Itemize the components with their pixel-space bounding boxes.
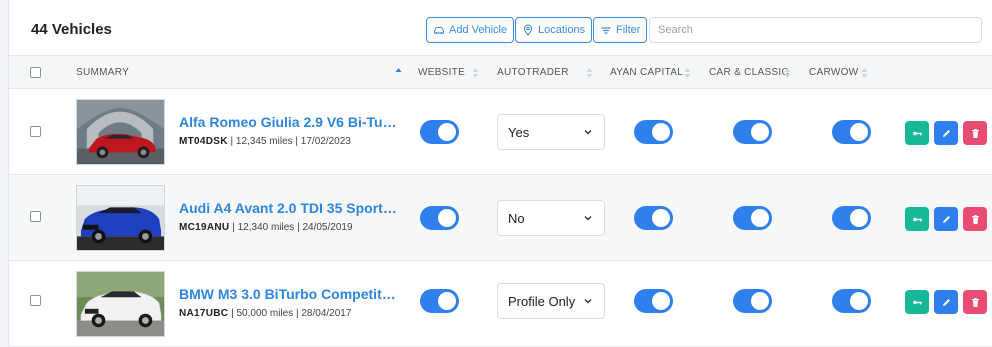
key-button[interactable] [905, 121, 929, 145]
edit-button[interactable] [934, 207, 958, 231]
column-carwow[interactable]: CARWOW [809, 67, 858, 78]
vehicles-panel: 44 Vehicles Add Vehicle Locations Filter… [8, 0, 992, 347]
sort-icon[interactable] [784, 66, 791, 80]
chevron-down-icon [584, 299, 592, 304]
select-all-checkbox[interactable] [30, 67, 41, 78]
autotrader-value: Yes [508, 125, 530, 140]
carwow-toggle[interactable] [832, 289, 871, 313]
delete-button[interactable] [963, 290, 987, 314]
column-ayan-capital[interactable]: AYAN CAPITAL [610, 67, 683, 78]
search-input[interactable] [649, 17, 982, 43]
vehicle-registration: MC19ANU [179, 222, 230, 233]
table-row: Alfa Romeo Giulia 2.9 V6 Bi-Turbo Quadri… [9, 89, 992, 175]
trash-icon [971, 128, 979, 138]
row-checkbox[interactable] [30, 295, 41, 306]
row-checkbox[interactable] [30, 126, 41, 137]
vehicle-meta: NA17UBC | 50,000 miles | 28/04/2017 [179, 308, 351, 319]
column-car-classic[interactable]: CAR & CLASSIC [709, 67, 789, 78]
key-icon [912, 217, 922, 221]
trash-icon [971, 297, 979, 307]
autotrader-select[interactable]: Profile Only [497, 283, 605, 319]
key-button[interactable] [905, 290, 929, 314]
vehicle-registration: NA17UBC [179, 308, 229, 319]
sort-icon[interactable] [684, 66, 691, 80]
column-autotrader[interactable]: AUTOTRADER [497, 67, 569, 78]
autotrader-value: Profile Only [508, 294, 576, 309]
vehicle-name-link[interactable]: Audi A4 Avant 2.0 TDI 35 Sport Edition [179, 200, 399, 216]
sort-asc-icon[interactable] [395, 66, 402, 80]
autotrader-value: No [508, 211, 525, 226]
table-row: BMW M3 3.0 BiTurbo Competition NA17UBC |… [9, 261, 992, 347]
pencil-icon [942, 298, 950, 306]
pencil-icon [942, 129, 950, 137]
key-icon [912, 131, 922, 135]
vehicle-photo [77, 272, 164, 336]
locations-label: Locations [538, 24, 586, 36]
chevron-down-icon [584, 130, 592, 135]
car-icon [434, 27, 444, 34]
column-summary[interactable]: SUMMARY [76, 67, 129, 78]
vehicle-photo [77, 186, 164, 250]
website-toggle[interactable] [420, 289, 459, 313]
chevron-down-icon [584, 216, 592, 221]
carwow-toggle[interactable] [832, 206, 871, 230]
edit-button[interactable] [934, 121, 958, 145]
ayan-capital-toggle[interactable] [634, 289, 673, 313]
vehicle-photo [77, 100, 164, 164]
edit-button[interactable] [934, 290, 958, 314]
ayan-capital-toggle[interactable] [634, 206, 673, 230]
website-toggle[interactable] [420, 120, 459, 144]
vehicle-meta: MC19ANU | 12,340 miles | 24/05/2019 [179, 222, 353, 233]
autotrader-select[interactable]: Yes [497, 114, 605, 150]
sort-icon[interactable] [472, 66, 479, 80]
vehicle-thumbnail[interactable] [76, 185, 165, 251]
locations-button[interactable]: Locations [515, 17, 593, 43]
column-website[interactable]: WEBSITE [418, 67, 465, 78]
add-vehicle-button[interactable]: Add Vehicle [426, 17, 515, 43]
car-classic-toggle[interactable] [733, 120, 772, 144]
vehicle-name-link[interactable]: BMW M3 3.0 BiTurbo Competition [179, 286, 399, 302]
vehicle-details: | 12,345 miles | 17/02/2023 [227, 136, 351, 147]
key-button[interactable] [905, 207, 929, 231]
table-header: SUMMARY WEBSITE AUTOTRADER AYAN CAPITAL … [9, 55, 992, 89]
carwow-toggle[interactable] [832, 120, 871, 144]
panel-header: 44 Vehicles Add Vehicle Locations Filter [9, 0, 992, 55]
car-classic-toggle[interactable] [733, 289, 772, 313]
filter-button[interactable]: Filter [593, 17, 648, 43]
add-vehicle-label: Add Vehicle [449, 24, 508, 36]
car-classic-toggle[interactable] [733, 206, 772, 230]
table-row: Audi A4 Avant 2.0 TDI 35 Sport Edition M… [9, 175, 992, 261]
website-toggle[interactable] [420, 206, 459, 230]
delete-button[interactable] [963, 207, 987, 231]
vehicle-name-link[interactable]: Alfa Romeo Giulia 2.9 V6 Bi-Turbo Quadri… [179, 114, 399, 130]
sort-icon[interactable] [586, 66, 593, 80]
location-pin-icon [523, 24, 533, 36]
autotrader-select[interactable]: No [497, 200, 605, 236]
delete-button[interactable] [963, 121, 987, 145]
sort-icon[interactable] [861, 66, 868, 80]
vehicle-registration: MT04DSK [179, 136, 228, 147]
row-checkbox[interactable] [30, 211, 41, 222]
filter-label: Filter [616, 24, 641, 36]
vehicle-details: | 12,340 miles | 24/05/2019 [229, 222, 353, 233]
key-icon [912, 300, 922, 304]
ayan-capital-toggle[interactable] [634, 120, 673, 144]
vehicle-thumbnail[interactable] [76, 271, 165, 337]
vehicle-meta: MT04DSK | 12,345 miles | 17/02/2023 [179, 136, 351, 147]
filter-icon [601, 27, 611, 34]
trash-icon [971, 214, 979, 224]
page-title: 44 Vehicles [31, 21, 112, 38]
pencil-icon [942, 215, 950, 223]
vehicle-details: | 50,000 miles | 28/04/2017 [228, 308, 352, 319]
vehicle-thumbnail[interactable] [76, 99, 165, 165]
